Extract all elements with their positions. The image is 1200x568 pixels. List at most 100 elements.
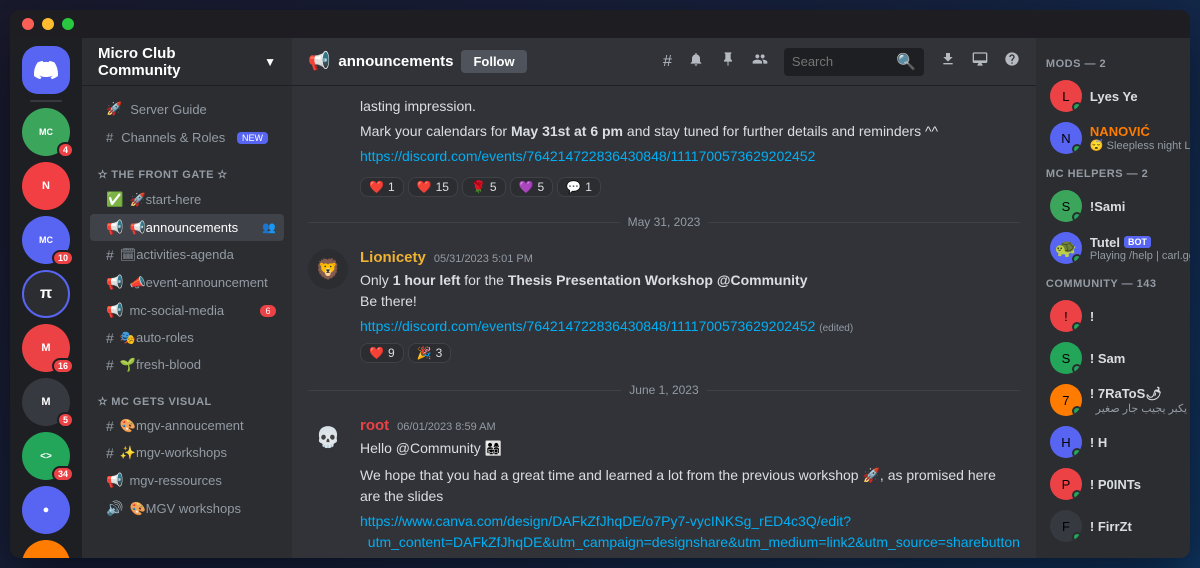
minimize-button[interactable] — [42, 18, 54, 30]
hash-icon2: # — [106, 330, 114, 346]
member-name-7ratos: ! 7RaToS🌶 — [1090, 386, 1190, 402]
member-points[interactable]: P ! P0INTs — [1046, 464, 1190, 504]
server-icon-discord[interactable] — [22, 46, 70, 94]
server-icon-m2[interactable]: M 5 — [22, 378, 70, 426]
sidebar-item-server-guide[interactable]: 🚀 Server Guide — [90, 95, 284, 123]
category-front-gate[interactable]: ✫ THE FRONT GATE ✫ — [82, 152, 292, 185]
server-name[interactable]: Micro Club Community ▼ — [82, 38, 292, 86]
member-7ratos[interactable]: 7 ! 7RaToS🌶 وهناك الحل يكبر يجيب جار صغي… — [1046, 380, 1190, 420]
sidebar-content: 🚀 Server Guide # Channels & Roles NEW ✫ … — [82, 86, 292, 558]
reaction-rose5[interactable]: 🌹5 — [462, 177, 506, 197]
server-icon-mc[interactable]: MC 4 — [22, 108, 70, 156]
members-icon[interactable] — [752, 51, 768, 72]
sidebar-item-channels-roles[interactable]: # Channels & Roles NEW — [90, 124, 284, 151]
message-group-root: 💀 root 06/01/2023 8:59 AM Hello @Communi… — [292, 413, 1036, 558]
member-info-firrzt: ! FirrZt — [1090, 519, 1190, 534]
maximize-button[interactable] — [62, 18, 74, 30]
channel-activities[interactable]: # 🗓activities-agenda — [90, 242, 284, 268]
download-icon[interactable] — [940, 51, 956, 72]
category-mc-gets-visual[interactable]: ✫ MC GETS VISUAL — [82, 379, 292, 412]
server-icon-2[interactable]: N — [22, 162, 70, 210]
member-name-firrzt: ! FirrZt — [1090, 519, 1190, 534]
desktop-icon[interactable] — [972, 51, 988, 72]
member-exclaim[interactable]: ! ! — [1046, 296, 1190, 336]
channel-name: 🌱fresh-blood — [120, 357, 201, 373]
reaction-heart1[interactable]: ❤️1 — [360, 177, 404, 197]
status-online8 — [1072, 448, 1082, 458]
server-icon-hex[interactable]: ⬡ — [22, 540, 70, 558]
member-sam[interactable]: S ! Sam — [1046, 338, 1190, 378]
avatar-7ratos: 7 — [1050, 384, 1082, 416]
search-box[interactable]: 🔍 — [784, 48, 924, 76]
search-input[interactable] — [792, 54, 890, 69]
reaction-purple5[interactable]: 💜5 — [510, 177, 554, 197]
channel-auto-roles[interactable]: # 🎭auto-roles — [90, 325, 284, 351]
mc-helpers-section-header: MC HELPERS — 2 — [1046, 168, 1190, 180]
status-online2 — [1072, 144, 1082, 154]
avatar-nanovic: N — [1050, 122, 1082, 154]
status-online — [1072, 102, 1082, 112]
server-icon-mc2[interactable]: MC 10 — [22, 216, 70, 264]
canva-link[interactable]: https://www.canva.com/design/DAFkZfJhqDE… — [360, 513, 1020, 550]
hashtag-icon[interactable]: # — [663, 53, 672, 71]
reaction-heart15[interactable]: ❤️15 — [408, 177, 458, 197]
author-root: root — [360, 417, 389, 434]
message-content-lionicety: Lionicety 05/31/2023 5:01 PM Only 1 hour… — [360, 249, 1020, 363]
channel-mgv-resources[interactable]: 📢 mgv-ressources — [90, 467, 284, 494]
reaction-party3[interactable]: 🎉3 — [408, 343, 452, 363]
channel-mgv-workshops[interactable]: # ✨mgv-workshops — [90, 440, 284, 466]
edited-tag: (edited) — [819, 323, 853, 334]
member-lyes-ye[interactable]: L Lyes Ye — [1046, 76, 1190, 116]
member-info-exclaim: ! — [1090, 309, 1190, 324]
member-nanovic[interactable]: N NANOVIĆ 😴 Sleepless night Let's goooo — [1046, 118, 1190, 158]
help-icon[interactable] — [1004, 51, 1020, 72]
social-media-badge: 6 — [260, 305, 276, 317]
avatar-sam: S — [1050, 342, 1082, 374]
server-icon-circle[interactable]: ● — [22, 486, 70, 534]
channel-name: mc-social-media — [129, 303, 224, 318]
reaction-heart9[interactable]: ❤️9 — [360, 343, 404, 363]
close-button[interactable] — [22, 18, 34, 30]
member-firrzt[interactable]: F ! FirrZt — [1046, 506, 1190, 546]
channel-mgv-workshops-voice[interactable]: 🔊 🎨MGV workshops — [90, 495, 284, 522]
channel-start-here[interactable]: ✅ 🚀start-here — [90, 186, 284, 213]
member-status-nanovic: 😴 Sleepless night Let's goooo — [1090, 139, 1190, 152]
server-icon-pi[interactable]: π — [22, 270, 70, 318]
event-link-2[interactable]: https://discord.com/events/7642147228364… — [360, 318, 815, 334]
member-name-points: ! P0INTs — [1090, 477, 1190, 492]
member-status-tutel: Playing /help | carl.gg — [1090, 250, 1190, 262]
server-badge-mc: 4 — [57, 142, 74, 158]
member-isami[interactable]: S !Sami — [1046, 186, 1190, 226]
channel-event-announce[interactable]: 📢 📣event-announcement — [90, 269, 284, 296]
channel-announcements[interactable]: 📢 📢announcements 👥 — [90, 214, 284, 241]
category-label2: ✫ MC GETS VISUAL — [98, 395, 212, 408]
member-tutel[interactable]: 🐢 Tutel BOT Playing /help | carl.gg — [1046, 228, 1190, 268]
server-icon-m[interactable]: M 16 — [22, 324, 70, 372]
event-link-1[interactable]: https://discord.com/events/7642147228364… — [360, 148, 815, 164]
status-online7 — [1072, 406, 1082, 416]
avatar-lionicety: 🦁 — [308, 249, 348, 289]
server-icon-code[interactable]: <> 34 — [22, 432, 70, 480]
channel-social-media[interactable]: 📢 mc-social-media 6 — [90, 297, 284, 324]
pin-icon[interactable] — [720, 51, 736, 72]
server-badge-code: 34 — [52, 466, 74, 482]
channel-fresh-blood[interactable]: # 🌱fresh-blood — [90, 352, 284, 378]
avatar-firrzt: F — [1050, 510, 1082, 542]
header-icons: # 🔍 — [663, 48, 1020, 76]
message-time: 05/31/2023 5:01 PM — [434, 253, 533, 265]
member-h[interactable]: H ! H — [1046, 422, 1190, 462]
reaction-comment1[interactable]: 💬1 — [557, 177, 601, 197]
bell-slash-icon[interactable] — [688, 51, 704, 72]
status-online5 — [1072, 322, 1082, 332]
avatar-tutel: 🐢 — [1050, 232, 1082, 264]
follow-button[interactable]: Follow — [461, 50, 526, 73]
chat-header: 📢 announcements Follow # — [292, 38, 1036, 86]
compass-icon: 🚀 — [106, 101, 122, 117]
channel-name: 🎭auto-roles — [120, 330, 194, 346]
reactions: ❤️1 ❤️15 🌹5 💜5 💬1 — [360, 177, 601, 197]
channel-mgv-announce[interactable]: # 🎨mgv-annoucement — [90, 413, 284, 439]
message-text: Mark your calendars for May 31st at 6 pm… — [360, 121, 938, 142]
member-info-points: ! P0INTs — [1090, 477, 1190, 492]
member-info-lyes: Lyes Ye — [1090, 89, 1190, 104]
sidebar: Micro Club Community ▼ 🚀 Server Guide # … — [82, 38, 292, 558]
